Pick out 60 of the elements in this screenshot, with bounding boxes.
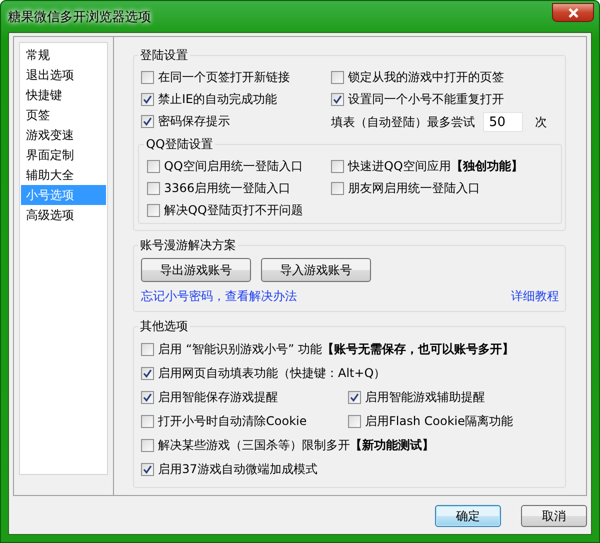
- option-label: 启用37游戏自动微端加成模式: [158, 460, 318, 478]
- category-item[interactable]: 页签: [21, 105, 106, 125]
- checkbox[interactable]: [141, 414, 154, 428]
- checkbox[interactable]: [348, 390, 361, 404]
- checkbox[interactable]: [141, 438, 154, 452]
- option-label: 启用智能保存游戏提醒: [158, 388, 278, 406]
- option-label: 打开小号时自动清除Cookie: [158, 412, 307, 430]
- checkbox[interactable]: [141, 390, 154, 404]
- checkbox[interactable]: [331, 92, 344, 106]
- option-label: 解决某些游戏（三国杀等）限制多开【新功能测试】: [158, 436, 434, 454]
- option-label: 设置同一个小号不能重复打开: [348, 90, 504, 108]
- checkbox[interactable]: [147, 160, 160, 172]
- option-label: 解决QQ登陆页打不开问题: [164, 202, 303, 218]
- option-label: 启用智能游戏辅助提醒: [365, 388, 485, 406]
- option-label: 在同一个页签打开新链接: [158, 68, 290, 86]
- option-label: 快速进QQ空间应用【独创功能】: [348, 158, 523, 174]
- checkbox[interactable]: [141, 342, 154, 356]
- account-button[interactable]: 导出游戏账号: [141, 258, 251, 282]
- close-button[interactable]: [552, 3, 594, 22]
- option-label: 禁止IE的自动完成功能: [158, 90, 278, 108]
- checkbox[interactable]: [331, 182, 344, 194]
- retry-input[interactable]: 50: [483, 112, 523, 132]
- checkbox[interactable]: [141, 462, 154, 476]
- help-link[interactable]: 详细教程: [511, 288, 559, 305]
- option-label: 启用 “智能识别游戏小号” 功能【账号无需保存，也可以账号多开】: [158, 340, 514, 358]
- group-title: QQ登陆设置: [145, 136, 214, 153]
- option-label: 朋友网启用统一登陆入口: [348, 180, 480, 196]
- checkbox[interactable]: [331, 160, 344, 172]
- checkbox[interactable]: [141, 92, 154, 106]
- option-label: 锁定从我的游戏中打开的页签: [348, 68, 504, 86]
- unit-label: 次: [535, 114, 547, 130]
- checkbox[interactable]: [141, 114, 154, 128]
- category-item[interactable]: 常规: [21, 45, 106, 65]
- retry-label: 填表（自动登陆）最多尝试: [331, 114, 475, 130]
- category-item[interactable]: 界面定制: [21, 145, 106, 165]
- close-icon: [568, 8, 578, 18]
- group-title: 账号漫游解决方案: [139, 237, 237, 254]
- category-item[interactable]: 高级选项: [21, 205, 106, 225]
- option-label: 密码保存提示: [158, 112, 230, 130]
- checkbox[interactable]: [147, 204, 160, 216]
- checkbox[interactable]: [348, 414, 361, 428]
- category-item[interactable]: 退出选项: [21, 65, 106, 85]
- option-label: QQ空间启用统一登陆入口: [164, 158, 303, 174]
- dialog-button[interactable]: 确定: [435, 505, 501, 527]
- category-item[interactable]: 游戏变速: [21, 125, 106, 145]
- checkbox[interactable]: [147, 182, 160, 194]
- account-button[interactable]: 导入游戏账号: [261, 258, 371, 282]
- category-item[interactable]: 快捷键: [21, 85, 106, 105]
- option-label: 启用网页自动填表功能（快捷键：Alt+Q）: [158, 364, 386, 382]
- checkbox[interactable]: [141, 366, 154, 380]
- dialog-button[interactable]: 取消: [521, 505, 587, 527]
- group-title: 登陆设置: [139, 47, 189, 64]
- help-link[interactable]: 忘记小号密码，查看解决办法: [141, 288, 297, 305]
- category-item[interactable]: 辅助大全: [21, 165, 106, 185]
- group-title: 其他选项: [139, 318, 189, 335]
- option-label: 启用Flash Cookie隔离功能: [365, 412, 513, 430]
- window-title: 糖果微信多开浏览器选项: [8, 8, 151, 26]
- checkbox[interactable]: [141, 70, 154, 84]
- option-label: 3366启用统一登陆入口: [164, 180, 291, 196]
- checkbox[interactable]: [331, 70, 344, 84]
